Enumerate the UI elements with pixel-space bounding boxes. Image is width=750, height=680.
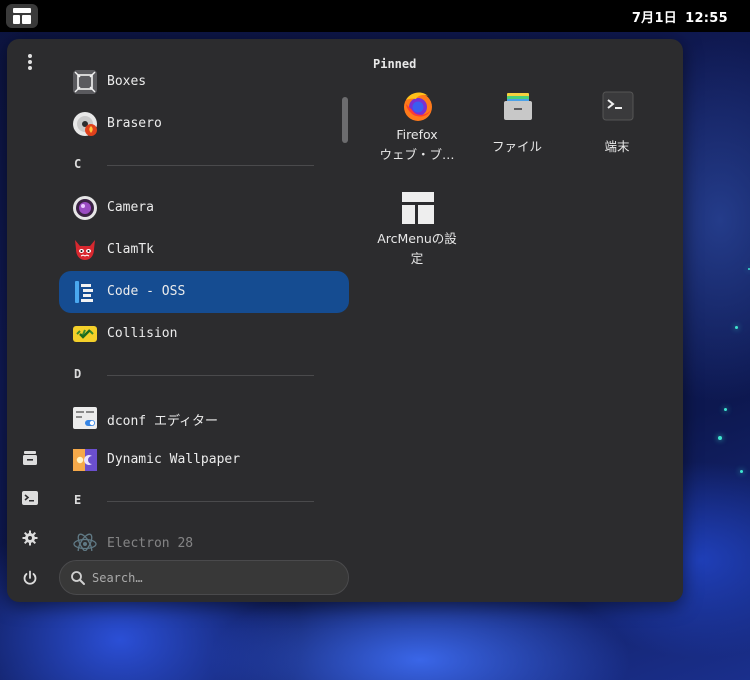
vertical-dots-icon xyxy=(28,54,32,70)
dconf-editor-icon xyxy=(72,405,98,431)
pinned-item-firefox[interactable]: Firefox ウェブ・ブ… xyxy=(369,89,465,185)
app-label: Electron 28 xyxy=(107,536,194,551)
app-item-collision[interactable]: Collision xyxy=(59,313,349,355)
pinned-section-title: Pinned xyxy=(373,57,417,71)
rail-files-button[interactable] xyxy=(17,445,43,471)
boxes-icon xyxy=(72,69,98,95)
app-item-camera[interactable]: Camera xyxy=(59,187,349,229)
app-list-scrollbar[interactable] xyxy=(342,97,348,143)
clock[interactable]: 7月1日 12:55 xyxy=(632,7,728,26)
section-letter: D xyxy=(74,367,82,381)
clamtk-icon xyxy=(72,237,98,263)
arcmenu-button[interactable] xyxy=(6,4,38,28)
app-item-code-oss[interactable]: Code - OSS xyxy=(59,271,349,313)
pinned-label-line1: ArcMenuの設 xyxy=(377,231,457,246)
camera-icon xyxy=(72,195,98,221)
pinned-label-line2: 定 xyxy=(410,251,424,266)
section-divider xyxy=(107,375,314,376)
app-item-dynamic-wallpaper[interactable]: Dynamic Wallpaper xyxy=(59,439,349,481)
file-cabinet-icon xyxy=(23,451,37,465)
app-item-electron[interactable]: Electron 28 xyxy=(59,523,349,551)
search-icon xyxy=(71,571,85,585)
pinned-label-line1: Firefox xyxy=(396,127,438,142)
terminal-icon xyxy=(601,89,635,123)
firefox-icon xyxy=(401,89,435,123)
files-icon xyxy=(501,89,535,123)
search-input[interactable] xyxy=(92,569,332,587)
electron-icon xyxy=(72,531,98,551)
app-label: Collision xyxy=(107,326,178,341)
pinned-item-arcmenu-settings[interactable]: ArcMenuの設 定 xyxy=(369,191,465,287)
app-label: Camera xyxy=(107,200,154,215)
wallpaper-sparkle xyxy=(718,436,722,440)
app-label: Brasero xyxy=(107,116,162,131)
code-oss-icon xyxy=(72,279,98,305)
dynamic-wallpaper-icon xyxy=(72,447,98,473)
clock-date: 7月1日 xyxy=(631,11,678,26)
arcmenu-layout-icon xyxy=(13,8,31,24)
gear-icon xyxy=(22,530,38,546)
app-item-dconf-editor[interactable]: dconf エディター xyxy=(59,397,349,439)
brasero-disc-icon xyxy=(72,111,98,137)
app-label: Boxes xyxy=(107,74,147,89)
rail-power-button[interactable] xyxy=(17,565,43,591)
wallpaper-sparkle xyxy=(740,470,743,473)
section-letter: C xyxy=(74,157,82,171)
more-options-button[interactable] xyxy=(17,49,43,75)
app-label: Code - OSS xyxy=(107,284,186,299)
clock-time: 12:55 xyxy=(685,11,728,26)
pinned-label-line1: 端末 xyxy=(604,139,630,154)
arcmenu-panel: Boxes Brasero C Camera ClamTk Code - OSS… xyxy=(7,39,683,602)
arcmenu-settings-icon xyxy=(401,191,435,225)
collision-icon xyxy=(72,321,98,347)
app-item-boxes[interactable]: Boxes xyxy=(59,61,349,103)
section-divider xyxy=(107,165,314,166)
rail-settings-button[interactable] xyxy=(17,525,43,551)
pinned-label-line1: ファイル xyxy=(491,139,542,154)
pinned-item-terminal[interactable]: 端末 xyxy=(569,89,665,185)
app-item-clamtk[interactable]: ClamTk xyxy=(59,229,349,271)
app-item-brasero[interactable]: Brasero xyxy=(59,103,349,145)
pinned-label-line2: ウェブ・ブ… xyxy=(379,147,455,162)
terminal-icon xyxy=(22,491,38,505)
wallpaper-sparkle xyxy=(724,408,727,411)
app-list[interactable]: Boxes Brasero C Camera ClamTk Code - OSS… xyxy=(59,61,349,551)
power-icon xyxy=(23,570,37,585)
section-header-c: C xyxy=(59,155,349,175)
section-letter: E xyxy=(74,493,82,507)
section-header-e: E xyxy=(59,491,349,511)
wallpaper-sparkle xyxy=(735,326,738,329)
pinned-item-files[interactable]: ファイル xyxy=(469,89,565,185)
section-divider xyxy=(107,501,314,502)
app-label: ClamTk xyxy=(107,242,154,257)
rail-terminal-button[interactable] xyxy=(17,485,43,511)
top-bar: 7月1日 12:55 xyxy=(0,0,750,32)
app-label: dconf エディター xyxy=(107,414,219,429)
search-box[interactable] xyxy=(59,560,349,595)
app-label: Dynamic Wallpaper xyxy=(107,452,241,467)
section-header-d: D xyxy=(59,365,349,385)
